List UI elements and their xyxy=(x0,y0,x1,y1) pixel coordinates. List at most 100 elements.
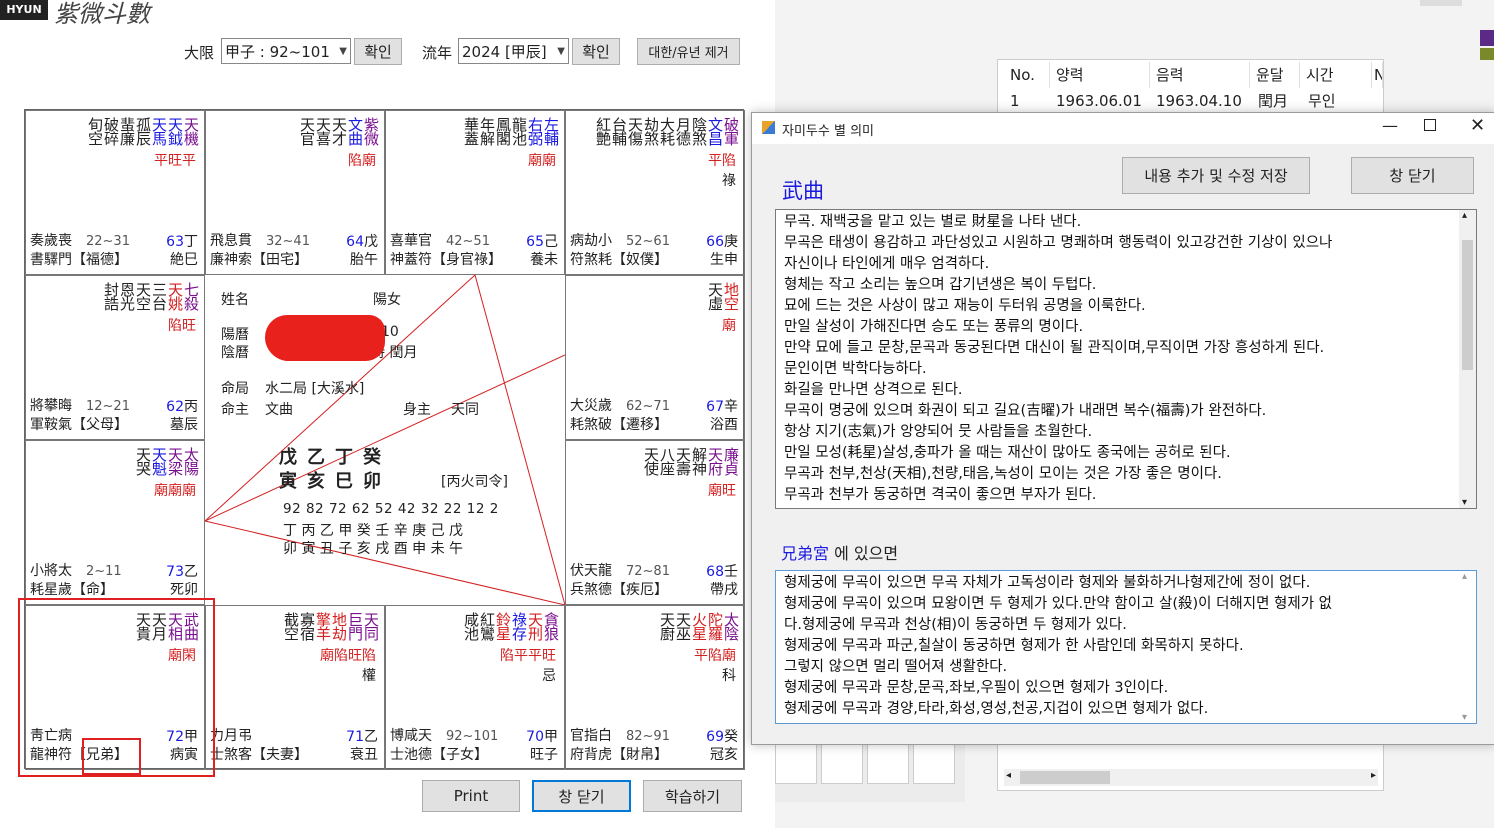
table-cell[interactable]: 1 xyxy=(1002,88,1020,114)
star-name[interactable]: 擎羊 xyxy=(314,612,332,640)
star-name[interactable]: 祿存 xyxy=(510,612,528,640)
star-name[interactable]: 地空 xyxy=(722,282,740,310)
star-name[interactable]: 鳳閣 xyxy=(494,117,512,145)
star-name[interactable]: 龍池 xyxy=(510,117,528,145)
palace-cell[interactable]: 天同 巨門 地劫 擎羊 寡宿 截空 廟陷旺陷權力月弔 士煞客【夫妻】 71乙 衰丑 xyxy=(205,605,385,770)
palace-textbox[interactable]: 형제궁에 무곡이 있으면 무곡 자체가 고독성이라 형제와 불화하거나형제간에 … xyxy=(775,570,1477,724)
star-name[interactable]: 右弼 xyxy=(526,117,544,145)
star-name[interactable]: 天官 xyxy=(298,117,316,145)
star-name[interactable]: 太陽 xyxy=(182,447,200,475)
palace-cell[interactable]: 太陽 天梁 天魁 天哭 廟廟廟 小將太 2~11 耗星歲【命】 73乙 死卯 xyxy=(25,440,205,605)
meaning-textbox[interactable]: 무곡. 재백궁을 맡고 있는 별로 財星을 나타 낸다. 무곡은 태생이 용감하고… xyxy=(775,209,1477,509)
vertical-scrollbar[interactable]: ▴ ▾ xyxy=(1459,571,1476,723)
star-name[interactable]: 旬空 xyxy=(86,117,104,145)
palace-cell[interactable]: 廉貞 天府 解神 天壽 八座 天使 廟旺 伏天龍 72~81 兵煞德【疾厄】 68壬 帶戌 xyxy=(565,440,745,605)
star-name[interactable]: 鈴星 xyxy=(494,612,512,640)
star-name[interactable]: 天喜 xyxy=(314,117,332,145)
col-header-leap[interactable]: 윤달 xyxy=(1250,62,1300,88)
star-name[interactable]: 天府 xyxy=(706,447,724,475)
scroll-down-icon[interactable]: ▾ xyxy=(1462,712,1467,723)
star-name[interactable]: 寡宿 xyxy=(298,612,316,640)
palace-cell[interactable]: 左輔 右弼 龍池 鳳閣 年解 華蓋 廟廟 喜華官 42~51 神蓋符【身官祿】 65己 養未 xyxy=(385,110,565,275)
star-name[interactable]: 截空 xyxy=(282,612,300,640)
star-name[interactable]: 天機 xyxy=(182,117,200,145)
close-chart-button[interactable]: 창 닫기 xyxy=(532,780,631,812)
star-name[interactable]: 月德 xyxy=(674,117,692,145)
scroll-thumb[interactable] xyxy=(1462,240,1473,370)
star-name[interactable]: 天馬 xyxy=(150,117,168,145)
star-name[interactable]: 天魁 xyxy=(150,447,168,475)
star-name[interactable]: 左輔 xyxy=(542,117,560,145)
star-name[interactable]: 蜚廉 xyxy=(118,117,136,145)
scroll-thumb[interactable] xyxy=(1020,771,1110,784)
star-name[interactable]: 解神 xyxy=(690,447,708,475)
star-name[interactable]: 天鉞 xyxy=(166,117,184,145)
star-name[interactable]: 台輔 xyxy=(610,117,628,145)
palace-cell[interactable]: 貪狼 天刑 祿存 鈴星 紅鸞 咸池 陷平平旺忌博咸天 92~101 士池德【子女】 70甲 旺子 xyxy=(385,605,565,770)
table-cell[interactable]: 1963.04.10 xyxy=(1148,88,1242,114)
star-name[interactable]: 天巫 xyxy=(674,612,692,640)
star-name[interactable]: 咸池 xyxy=(462,612,480,640)
star-name[interactable]: 華蓋 xyxy=(462,117,480,145)
minimize-icon[interactable]: — xyxy=(1382,116,1398,135)
col-header-no[interactable]: No. xyxy=(1004,62,1050,88)
star-name[interactable]: 天虛 xyxy=(706,282,724,310)
palace-cell[interactable]: 七殺 天姚 三台 天空 恩光 封誥 陷旺 將攀晦 12~21 軍鞍氣【父母】 62丙 墓辰 xyxy=(25,275,205,440)
learn-button[interactable]: 학습하기 xyxy=(643,780,742,812)
star-name[interactable]: 天梁 xyxy=(166,447,184,475)
star-name[interactable]: 八座 xyxy=(658,447,676,475)
star-name[interactable]: 劫煞 xyxy=(642,117,660,145)
dialog-titlebar[interactable]: 자미두수 별 의미 — ✕ xyxy=(752,113,1494,144)
star-name[interactable]: 破碎 xyxy=(102,117,120,145)
star-name[interactable]: 貪狼 xyxy=(542,612,560,640)
star-name[interactable]: 孤辰 xyxy=(134,117,152,145)
star-name[interactable]: 天傷 xyxy=(626,117,644,145)
daehan-select[interactable]: 甲子 : 92~101 ▼ xyxy=(221,38,351,64)
scroll-up-icon[interactable]: ▴ xyxy=(1462,210,1467,221)
scroll-right-icon[interactable]: ▸ xyxy=(1371,770,1376,781)
table-cell[interactable]: 閏月 xyxy=(1250,88,1288,114)
star-name[interactable]: 恩光 xyxy=(118,282,136,310)
horizontal-scrollbar[interactable]: ◂ ▸ xyxy=(1004,769,1378,786)
star-name[interactable]: 破軍 xyxy=(722,117,740,145)
star-name[interactable]: 天刑 xyxy=(526,612,544,640)
save-content-button[interactable]: 내용 추가 및 수정 저장 xyxy=(1122,157,1310,194)
palace-cell[interactable]: 地空 天虛廟大災歲 62~71 耗煞破【遷移】 67辛 浴酉 xyxy=(565,275,745,440)
star-name[interactable]: 天同 xyxy=(362,612,380,640)
star-name[interactable]: 天才 xyxy=(330,117,348,145)
close-icon[interactable]: ✕ xyxy=(1470,115,1485,136)
star-name[interactable]: 天使 xyxy=(642,447,660,475)
star-name[interactable]: 封誥 xyxy=(102,282,120,310)
dialog-close-button[interactable]: 창 닫기 xyxy=(1351,157,1474,194)
star-name[interactable]: 紅艶 xyxy=(594,117,612,145)
star-name[interactable]: 大耗 xyxy=(658,117,676,145)
col-header-lunar[interactable]: 음력 xyxy=(1150,62,1250,88)
star-name[interactable]: 文昌 xyxy=(706,117,724,145)
star-name[interactable]: 天廚 xyxy=(658,612,676,640)
star-name[interactable]: 文曲 xyxy=(346,117,364,145)
daehan-confirm-button[interactable]: 확인 xyxy=(354,38,402,65)
star-name[interactable]: 火星 xyxy=(690,612,708,640)
scroll-up-icon[interactable]: ▴ xyxy=(1462,571,1467,582)
vertical-scrollbar[interactable]: ▴ ▾ xyxy=(1459,210,1476,508)
scroll-down-icon[interactable]: ▾ xyxy=(1462,497,1467,508)
star-name[interactable]: 巨門 xyxy=(346,612,364,640)
maximize-icon[interactable] xyxy=(1424,119,1436,131)
star-name[interactable]: 天空 xyxy=(134,282,152,310)
star-name[interactable]: 陰煞 xyxy=(690,117,708,145)
star-name[interactable]: 七殺 xyxy=(182,282,200,310)
star-name[interactable]: 太陰 xyxy=(722,612,740,640)
palace-cell[interactable]: 太陰 陀羅 火星 天巫 天廚 平陷廟科官指白 82~91 府背虎【財帛】 69癸 冠亥 xyxy=(565,605,745,770)
star-name[interactable]: 三台 xyxy=(150,282,168,310)
remove-daehan-yunyear-button[interactable]: 대한/유년 제거 xyxy=(637,38,740,65)
table-cell[interactable]: 무인 xyxy=(1300,88,1336,114)
palace-cell[interactable]: 紫微 文曲 天才 天喜 天官 陷廟 飛息貫 32~41 廉神索【田宅】 64戊 胎午 xyxy=(205,110,385,275)
palace-cell[interactable]: 破軍 文昌 陰煞 月德 大耗 劫煞 天傷 台輔 紅艶 平陷祿病劫小 52~61 符煞耗【奴僕】 66庚生… xyxy=(565,110,745,275)
star-name[interactable]: 天姚 xyxy=(166,282,184,310)
scroll-left-icon[interactable]: ◂ xyxy=(1006,770,1011,781)
col-header-more[interactable]: N xyxy=(1372,62,1383,88)
star-name[interactable]: 陀羅 xyxy=(706,612,724,640)
star-name[interactable]: 紅鸞 xyxy=(478,612,496,640)
star-name[interactable]: 天壽 xyxy=(674,447,692,475)
yunyear-confirm-button[interactable]: 확인 xyxy=(572,38,620,65)
